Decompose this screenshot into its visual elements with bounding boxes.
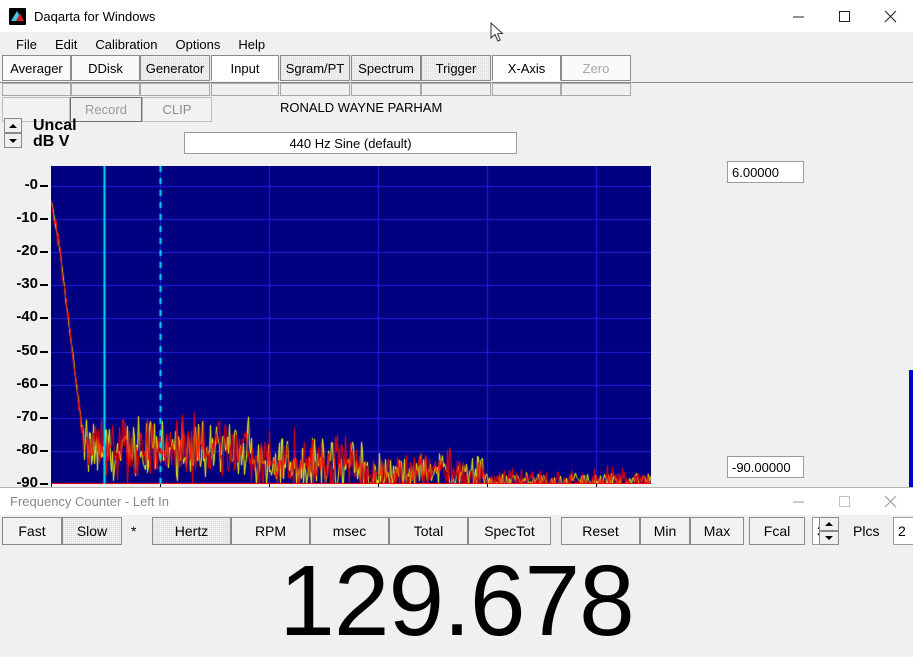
tab-ddisk[interactable]: DDisk xyxy=(71,55,140,81)
menu-bar: File Edit Calibration Options Help xyxy=(0,33,913,55)
fc-button-msec[interactable]: msec xyxy=(310,517,389,545)
fc-button-hertz[interactable]: Hertz xyxy=(152,517,231,545)
window-title: Daqarta for Windows xyxy=(34,9,155,24)
y-axis-max-input[interactable]: 6.00000 xyxy=(727,161,804,183)
fc-close-icon[interactable] xyxy=(867,488,913,515)
y-tick-mark xyxy=(40,218,48,220)
frequency-counter-title: Frequency Counter - Left In xyxy=(10,494,169,509)
y-tick-mark xyxy=(40,317,48,319)
fc-places-spinner-up[interactable] xyxy=(819,517,839,531)
spectrum-plot[interactable] xyxy=(51,166,651,484)
clip-button[interactable]: CLIP xyxy=(142,97,212,122)
y-tick-label: -50 xyxy=(16,342,38,359)
tab-sgram-pt[interactable]: Sgram/PT xyxy=(280,55,350,81)
maximize-icon[interactable] xyxy=(821,0,867,32)
y-tick-mark xyxy=(40,351,48,353)
fc-button-fcal[interactable]: Fcal xyxy=(749,517,805,545)
menu-item-file[interactable]: File xyxy=(7,35,46,54)
title-bar: Daqarta for Windows xyxy=(0,0,913,33)
menu-item-help[interactable]: Help xyxy=(229,35,274,54)
scale-spinner-up[interactable] xyxy=(4,118,22,133)
frequency-counter-toolbar: Fast Slow * Hertz RPM msec Total SpecTot… xyxy=(0,515,913,548)
y-tick-mark xyxy=(40,284,48,286)
fc-places-spinner-down[interactable] xyxy=(819,531,839,545)
y-tick-label: -20 xyxy=(16,242,38,259)
fc-minimize-icon[interactable] xyxy=(775,488,821,515)
y-axis-unit-line2: dB V xyxy=(33,134,77,150)
user-name-label: RONALD WAYNE PARHAM xyxy=(280,100,442,115)
fc-button-spectot[interactable]: SpecTot xyxy=(468,517,551,545)
fc-button-slow[interactable]: Slow xyxy=(62,517,122,545)
subbox-generator xyxy=(140,83,210,96)
tab-trigger[interactable]: Trigger xyxy=(421,55,491,81)
close-icon[interactable] xyxy=(867,0,913,32)
daqarta-icon xyxy=(9,8,26,25)
fc-star-indicator: * xyxy=(131,523,136,539)
subbox-zero xyxy=(561,83,631,96)
scale-spinner-down[interactable] xyxy=(4,133,22,148)
subbox-averager xyxy=(2,83,71,96)
y-axis-unit-label: Uncal dB V xyxy=(33,118,77,150)
y-tick-label: -10 xyxy=(16,209,38,226)
subbox-input xyxy=(211,83,279,96)
fc-extra-input[interactable]: 2 xyxy=(893,517,913,545)
frequency-counter-window-controls xyxy=(775,488,913,515)
y-tick-label: -0 xyxy=(25,176,38,193)
tab-generator[interactable]: Generator xyxy=(140,55,210,81)
fc-button-reset[interactable]: Reset xyxy=(561,517,640,545)
y-axis-min-input[interactable]: -90.00000 xyxy=(727,456,804,478)
menu-item-calibration[interactable]: Calibration xyxy=(86,35,166,54)
subbox-trigger xyxy=(421,83,491,96)
right-edge-sliver xyxy=(909,370,913,488)
fc-maximize-icon[interactable] xyxy=(821,488,867,515)
y-tick-label: -70 xyxy=(16,408,38,425)
y-tick-label: -40 xyxy=(16,308,38,325)
subbox-spectrum xyxy=(351,83,421,96)
fc-places-label: Plcs xyxy=(853,523,879,539)
tab-input[interactable]: Input xyxy=(211,55,279,81)
y-tick-mark xyxy=(40,384,48,386)
y-axis-unit-line1: Uncal xyxy=(33,118,77,134)
y-tick-mark xyxy=(40,483,48,485)
fc-button-min[interactable]: Min xyxy=(640,517,690,545)
scale-spinner[interactable] xyxy=(4,118,22,148)
frequency-counter-window: Frequency Counter - Left In Fast Slow * … xyxy=(0,487,913,657)
tab-x-axis[interactable]: X-Axis xyxy=(492,55,561,81)
window-controls xyxy=(775,0,913,32)
frequency-counter-title-bar: Frequency Counter - Left In xyxy=(0,488,913,515)
fc-button-rpm[interactable]: RPM xyxy=(231,517,310,545)
tab-spectrum[interactable]: Spectrum xyxy=(351,55,421,81)
minimize-icon[interactable] xyxy=(775,0,821,32)
subbox-sgram-pt xyxy=(280,83,350,96)
record-button[interactable]: Record xyxy=(70,97,142,122)
y-tick-mark xyxy=(40,450,48,452)
menu-item-edit[interactable]: Edit xyxy=(46,35,86,54)
subbox-x-axis xyxy=(492,83,561,96)
generator-status-field[interactable]: 440 Hz Sine (default) xyxy=(184,132,517,154)
fc-button-total[interactable]: Total xyxy=(389,517,468,545)
tab-strip: Averager DDisk Generator Input Sgram/PT … xyxy=(0,55,913,83)
y-tick-label: -80 xyxy=(16,441,38,458)
tab-averager[interactable]: Averager xyxy=(2,55,71,81)
y-tick-mark xyxy=(40,417,48,419)
fc-button-max[interactable]: Max xyxy=(690,517,744,545)
y-tick-mark xyxy=(40,251,48,253)
fc-button-fast[interactable]: Fast xyxy=(2,517,62,545)
menu-item-options[interactable]: Options xyxy=(167,35,230,54)
tab-zero[interactable]: Zero xyxy=(561,55,631,81)
y-tick-label: -30 xyxy=(16,275,38,292)
subbox-ddisk xyxy=(71,83,140,96)
tab-underline-strip xyxy=(0,83,913,97)
y-tick-label: -60 xyxy=(16,375,38,392)
y-tick-mark xyxy=(40,185,48,187)
record-toolbar: Record CLIP RONALD WAYNE PARHAM xyxy=(0,97,913,125)
fc-places-spinner[interactable] xyxy=(819,517,839,545)
frequency-readout: 129.678 xyxy=(0,548,913,653)
